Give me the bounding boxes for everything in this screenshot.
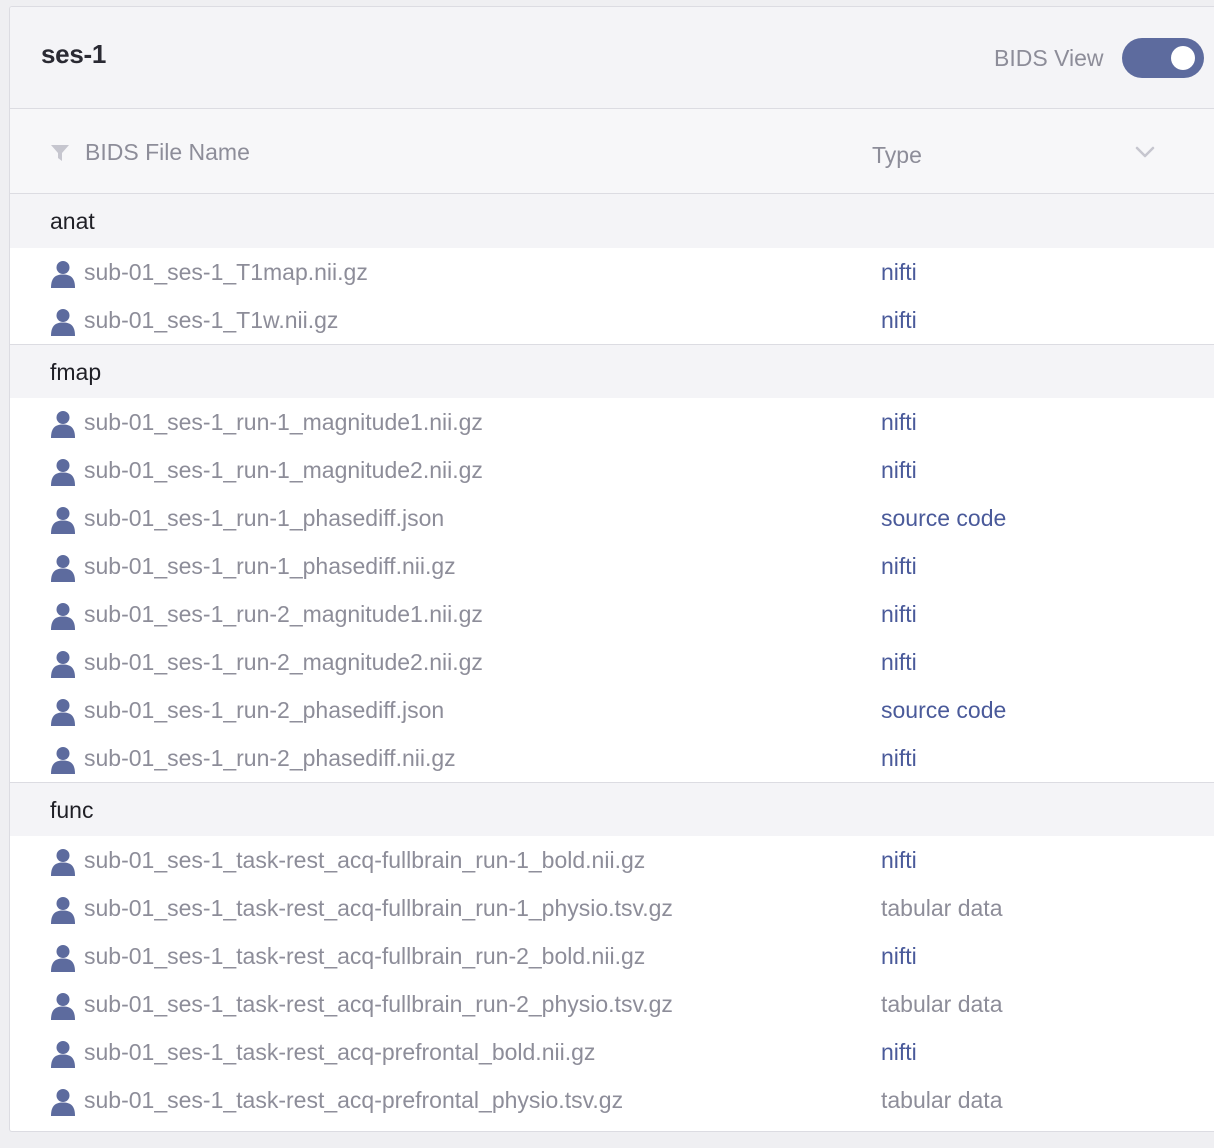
column-header-row: BIDS File Name Type xyxy=(10,109,1214,194)
person-icon xyxy=(51,1089,75,1116)
file-type: nifti xyxy=(881,553,917,579)
person-icon xyxy=(51,747,75,774)
file-type: nifti xyxy=(881,259,917,285)
file-type: source code xyxy=(881,505,1007,531)
file-type: nifti xyxy=(881,409,917,435)
group-header-2: func xyxy=(10,782,1214,836)
column-header-file-name[interactable]: BIDS File Name xyxy=(85,139,250,166)
file-type: nifti xyxy=(881,943,917,969)
file-name[interactable]: sub-01_ses-1_run-2_magnitude1.nii.gz xyxy=(84,601,483,628)
file-browser-panel: ses-1 BIDS View BIDS File Name Type anat… xyxy=(9,6,1214,1132)
file-name[interactable]: sub-01_ses-1_run-1_magnitude1.nii.gz xyxy=(84,409,483,436)
file-row[interactable]: sub-01_ses-1_run-1_phasediff.nii.gz nifti xyxy=(10,542,1214,590)
file-row[interactable]: sub-01_ses-1_run-1_magnitude1.nii.gz nift… xyxy=(10,398,1214,446)
person-icon xyxy=(51,849,75,876)
file-name[interactable]: sub-01_ses-1_run-2_phasediff.json xyxy=(84,697,444,724)
person-icon xyxy=(51,555,75,582)
file-name[interactable]: sub-01_ses-1_run-1_phasediff.nii.gz xyxy=(84,553,456,580)
file-row[interactable]: sub-01_ses-1_run-2_magnitude1.nii.gz nift… xyxy=(10,590,1214,638)
file-name[interactable]: sub-01_ses-1_task-rest_acq-fullbrain_run… xyxy=(84,895,673,922)
bids-view-toggle[interactable] xyxy=(1122,38,1204,78)
group-header-0: anat xyxy=(10,194,1214,248)
column-header-type[interactable]: Type xyxy=(872,142,922,169)
file-row[interactable]: sub-01_ses-1_T1w.nii.gz nifti xyxy=(10,296,1214,344)
file-name[interactable]: sub-01_ses-1_run-2_magnitude2.nii.gz xyxy=(84,649,483,676)
file-name[interactable]: sub-01_ses-1_task-rest_acq-fullbrain_run… xyxy=(84,991,673,1018)
file-row[interactable]: sub-01_ses-1_run-2_phasediff.nii.gz nifti xyxy=(10,734,1214,782)
bids-view-label: BIDS View xyxy=(994,45,1104,71)
file-name[interactable]: sub-01_ses-1_run-1_magnitude2.nii.gz xyxy=(84,457,483,484)
person-icon xyxy=(51,459,75,486)
person-icon xyxy=(51,603,75,630)
file-row[interactable]: sub-01_ses-1_task-rest_acq-fullbrain_run… xyxy=(10,884,1214,932)
person-icon xyxy=(51,261,75,288)
file-type: source code xyxy=(881,697,1007,723)
person-icon xyxy=(51,411,75,438)
chevron-down-icon[interactable] xyxy=(1134,145,1156,159)
person-icon xyxy=(51,507,75,534)
file-name[interactable]: sub-01_ses-1_task-rest_acq-prefrontal_bo… xyxy=(84,1039,595,1066)
file-type: tabular data xyxy=(881,1087,1003,1113)
file-name[interactable]: sub-01_ses-1_task-rest_acq-prefrontal_ph… xyxy=(84,1087,623,1114)
person-icon xyxy=(51,993,75,1020)
file-row[interactable]: sub-01_ses-1_task-rest_acq-fullbrain_run… xyxy=(10,932,1214,980)
file-row[interactable]: sub-01_ses-1_run-2_magnitude2.nii.gz nift… xyxy=(10,638,1214,686)
file-name[interactable]: sub-01_ses-1_task-rest_acq-fullbrain_run… xyxy=(84,943,645,970)
file-table-body: anat sub-01_ses-1_T1map.nii.gz nifti sub-01… xyxy=(10,194,1214,1124)
file-name[interactable]: sub-01_ses-1_T1map.nii.gz xyxy=(84,259,368,286)
file-type: tabular data xyxy=(881,895,1003,921)
file-row[interactable]: sub-01_ses-1_task-rest_acq-fullbrain_run… xyxy=(10,980,1214,1028)
file-row[interactable]: sub-01_ses-1_task-rest_acq-prefrontal_ph… xyxy=(10,1076,1214,1124)
file-type: nifti xyxy=(881,457,917,483)
file-type: nifti xyxy=(881,649,917,675)
file-name[interactable]: sub-01_ses-1_run-1_phasediff.json xyxy=(84,505,444,532)
file-type: nifti xyxy=(881,307,917,333)
group-label: fmap xyxy=(50,359,102,385)
group-label: anat xyxy=(50,208,95,234)
file-row[interactable]: sub-01_ses-1_task-rest_acq-fullbrain_run… xyxy=(10,836,1214,884)
file-name[interactable]: sub-01_ses-1_T1w.nii.gz xyxy=(84,307,338,334)
file-type: nifti xyxy=(881,847,917,873)
filter-icon[interactable] xyxy=(50,143,70,163)
file-name[interactable]: sub-01_ses-1_run-2_phasediff.nii.gz xyxy=(84,745,456,772)
file-row[interactable]: sub-01_ses-1_run-1_magnitude2.nii.gz nift… xyxy=(10,446,1214,494)
file-row[interactable]: sub-01_ses-1_task-rest_acq-prefrontal_bo… xyxy=(10,1028,1214,1076)
file-type: tabular data xyxy=(881,991,1003,1017)
group-header-1: fmap xyxy=(10,344,1214,398)
file-type: nifti xyxy=(881,1039,917,1065)
person-icon xyxy=(51,945,75,972)
person-icon xyxy=(51,651,75,678)
file-type: nifti xyxy=(881,745,917,771)
person-icon xyxy=(51,699,75,726)
toggle-knob xyxy=(1171,46,1195,70)
file-type: nifti xyxy=(881,601,917,627)
file-row[interactable]: sub-01_ses-1_T1map.nii.gz nifti xyxy=(10,248,1214,296)
session-title: ses-1 xyxy=(41,39,106,69)
person-icon xyxy=(51,309,75,336)
file-row[interactable]: sub-01_ses-1_run-1_phasediff.json source … xyxy=(10,494,1214,542)
panel-header: ses-1 BIDS View xyxy=(10,7,1214,109)
person-icon xyxy=(51,1041,75,1068)
file-name[interactable]: sub-01_ses-1_task-rest_acq-fullbrain_run… xyxy=(84,847,645,874)
person-icon xyxy=(51,897,75,924)
file-row[interactable]: sub-01_ses-1_run-2_phasediff.json source … xyxy=(10,686,1214,734)
group-label: func xyxy=(50,797,94,823)
